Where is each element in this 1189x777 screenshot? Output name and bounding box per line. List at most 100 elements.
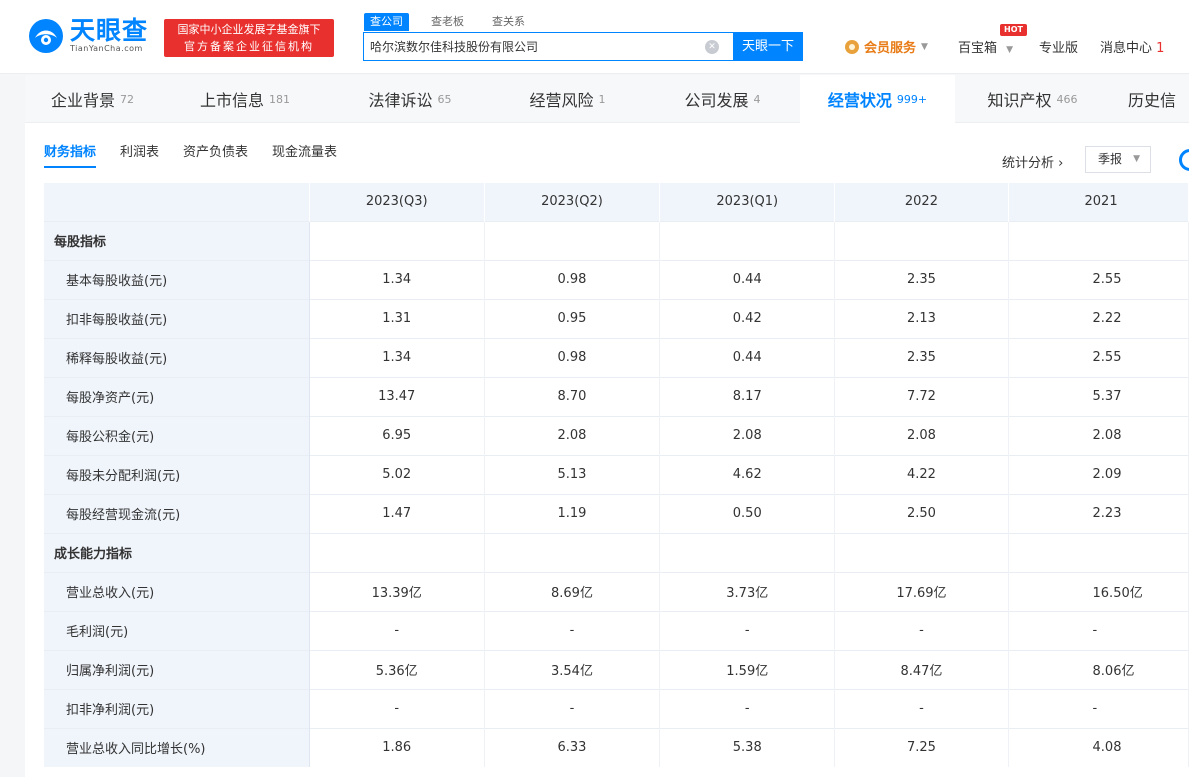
period-value: 季报: [1098, 152, 1123, 166]
table-cell: [659, 220, 836, 260]
table-row: 基本每股收益(元) 1.34 0.98 0.44 2.35 2.55: [44, 259, 1189, 299]
table-cell: 3.54亿: [484, 649, 661, 689]
table-cell: [309, 220, 485, 260]
chevron-right-icon: ›: [1058, 156, 1064, 171]
table-cell: 2.09: [1008, 454, 1189, 494]
chevron-down-icon: ▼: [921, 41, 928, 52]
message-count: 1: [1156, 41, 1165, 56]
table-cell: 4.62: [659, 454, 836, 494]
tab-label: 历史信: [1128, 91, 1177, 110]
subtab-income-statement[interactable]: 利润表: [120, 141, 159, 168]
tab-label: 经营状况: [827, 91, 892, 110]
table-section-row: 成长能力指标: [44, 532, 1189, 572]
table-row: 毛利润(元) - - - - -: [44, 610, 1189, 650]
table-cell: 5.36亿: [309, 649, 485, 689]
crown-icon: [845, 39, 859, 54]
table-cell: 2.35: [834, 337, 1009, 377]
table-cell: 8.47亿: [834, 649, 1009, 689]
search-input[interactable]: [364, 33, 705, 60]
search-tab-boss[interactable]: 查老板: [425, 13, 470, 31]
table-cell: 5.37: [1008, 376, 1189, 416]
row-label: 毛利润(元): [44, 610, 310, 650]
chevron-down-icon: ▼: [1133, 154, 1140, 164]
table-cell: 8.06亿: [1008, 649, 1189, 689]
tab-count: 65: [437, 92, 452, 106]
section-label: 成长能力指标: [44, 532, 310, 572]
table-cell: 2.35: [834, 259, 1009, 299]
row-label: 扣非净利润(元): [44, 688, 310, 728]
table-cell: [1008, 220, 1189, 260]
table-cell: -: [1008, 610, 1189, 650]
table-row: 每股公积金(元) 6.95 2.08 2.08 2.08 2.08: [44, 415, 1189, 455]
tab-company-development[interactable]: 公司发展 4: [645, 75, 800, 123]
row-label: 扣非每股收益(元): [44, 298, 310, 338]
table-cell: 2.22: [1008, 298, 1189, 338]
table-cell: 16.50亿: [1008, 571, 1189, 611]
financial-table: 2023(Q3) 2023(Q2) 2023(Q1) 2022 2021 每股指…: [44, 183, 1189, 767]
credit-badge[interactable]: 国家中小企业发展子基金旗下 官方备案企业征信机构: [164, 19, 334, 57]
table-cell: 2.23: [1008, 493, 1189, 533]
search-button[interactable]: 天眼一下: [733, 32, 803, 61]
search-tab-company[interactable]: 查公司: [364, 13, 409, 31]
vip-service-menu[interactable]: 会员服务 ▼: [845, 37, 928, 56]
toolbox-label: 百宝箱: [958, 41, 998, 56]
table-cell: [834, 220, 1009, 260]
table-row: 每股经营现金流(元) 1.47 1.19 0.50 2.50 2.23: [44, 493, 1189, 533]
toolbox-menu[interactable]: 百宝箱 ▼: [958, 37, 1013, 56]
table-header-corner: [44, 183, 310, 221]
row-label: 稀释每股收益(元): [44, 337, 310, 377]
table-cell: 0.44: [659, 337, 836, 377]
search-tab-relation[interactable]: 查关系: [486, 13, 531, 31]
table-cell: 1.86: [309, 727, 485, 767]
tab-history[interactable]: 历史信: [1110, 75, 1189, 123]
table-cell: 4.08: [1008, 727, 1189, 767]
table-row: 归属净利润(元) 5.36亿 3.54亿 1.59亿 8.47亿 8.06亿: [44, 649, 1189, 689]
table-cell: 0.95: [484, 298, 661, 338]
column-header: 2023(Q1): [659, 183, 836, 221]
tab-label: 上市信息: [199, 91, 264, 110]
subtab-cash-flow[interactable]: 现金流量表: [272, 141, 337, 168]
vip-label: 会员服务: [864, 41, 917, 56]
tab-intellectual-property[interactable]: 知识产权 466: [955, 75, 1110, 123]
tab-listing-info[interactable]: 上市信息 181: [160, 75, 330, 123]
tab-operating-status[interactable]: 经营状况 999+: [800, 75, 955, 123]
row-label: 每股经营现金流(元): [44, 493, 310, 533]
statistics-analysis-link[interactable]: 统计分析 ›: [1002, 152, 1063, 171]
table-header-row: 2023(Q3) 2023(Q2) 2023(Q1) 2022 2021: [44, 183, 1189, 221]
table-cell: 2.55: [1008, 337, 1189, 377]
table-row: 营业总收入同比增长(%) 1.86 6.33 5.38 7.25 4.08: [44, 727, 1189, 767]
message-center-link[interactable]: 消息中心 1: [1100, 37, 1164, 56]
chart-toggle-icon[interactable]: [1179, 149, 1189, 171]
tab-business-risk[interactable]: 经营风险 1: [490, 75, 645, 123]
table-cell: [659, 532, 836, 572]
logo[interactable]: 天眼查 TianYanCha.com: [26, 14, 156, 58]
period-select[interactable]: 季报 ▼: [1085, 146, 1151, 173]
tab-legal-litigation[interactable]: 法律诉讼 65: [330, 75, 490, 123]
table-cell: 5.38: [659, 727, 836, 767]
column-header: 2023(Q2): [484, 183, 661, 221]
sub-tabs: 财务指标 利润表 资产负债表 现金流量表: [44, 141, 361, 168]
stat-label: 统计分析: [1002, 156, 1055, 171]
tab-company-background[interactable]: 企业背景 72: [25, 75, 160, 123]
pro-version-link[interactable]: 专业版: [1039, 37, 1078, 56]
table-cell: 0.44: [659, 259, 836, 299]
column-header: 2021: [1008, 183, 1189, 221]
subtab-financial-indicators[interactable]: 财务指标: [44, 141, 97, 168]
table-cell: 8.69亿: [484, 571, 661, 611]
tab-count: 4: [753, 92, 761, 106]
table-cell: 2.08: [834, 415, 1009, 455]
table-cell: 8.17: [659, 376, 836, 416]
table-cell: 0.42: [659, 298, 836, 338]
table-cell: 13.39亿: [309, 571, 485, 611]
badge-line-1: 国家中小企业发展子基金旗下: [177, 23, 321, 36]
table-cell: [309, 532, 485, 572]
table-row: 每股净资产(元) 13.47 8.70 8.17 7.72 5.37: [44, 376, 1189, 416]
table-cell: [1008, 532, 1189, 572]
eye-logo-icon: [26, 16, 66, 56]
search-box: ✕ 天眼一下: [363, 32, 803, 61]
subtab-balance-sheet[interactable]: 资产负债表: [183, 141, 248, 168]
row-label: 营业总收入(元): [44, 571, 310, 611]
tab-label: 知识产权: [987, 91, 1052, 110]
clear-icon[interactable]: ✕: [705, 39, 719, 54]
section-label: 每股指标: [44, 220, 310, 260]
